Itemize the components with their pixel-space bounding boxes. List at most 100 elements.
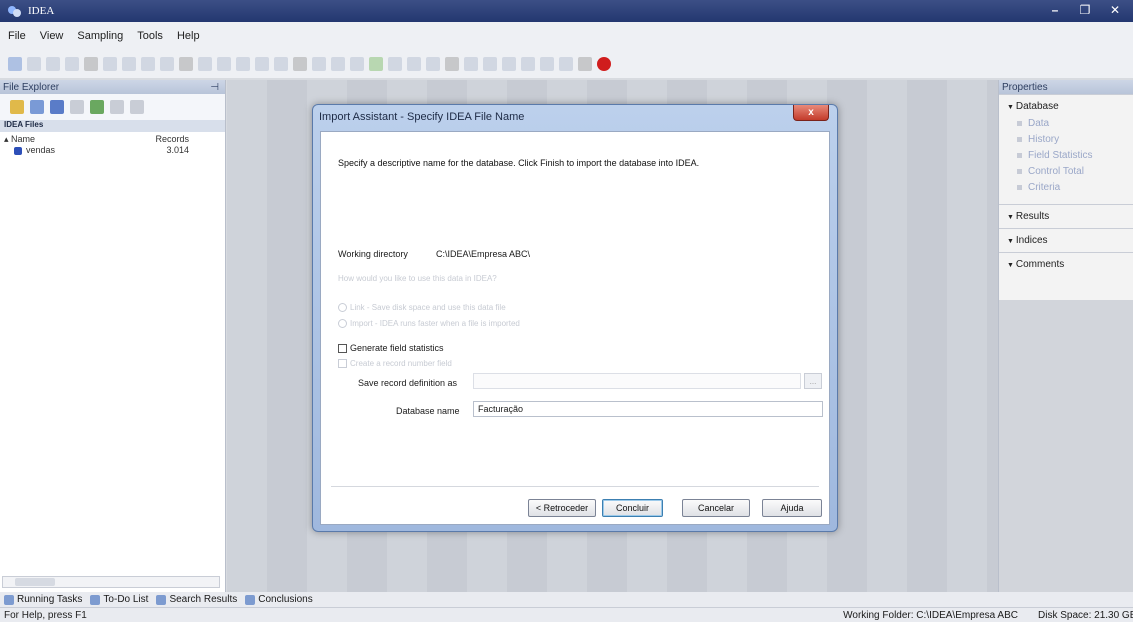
append-icon[interactable] xyxy=(198,57,212,71)
stratify-icon[interactable] xyxy=(255,57,269,71)
tag-icon[interactable] xyxy=(90,100,104,114)
close-icon[interactable]: ✕ xyxy=(1101,1,1129,19)
section-comments-label[interactable]: Comments xyxy=(1007,259,1127,270)
menu-view[interactable]: View xyxy=(38,28,66,44)
database-items: Data History Field Statistics Control To… xyxy=(1007,118,1127,193)
cancel-button[interactable]: Cancelar xyxy=(682,499,750,517)
duplicate-icon[interactable] xyxy=(293,57,307,71)
file-explorer-panel: File Explorer ⊣ IDEA Files ▴ Name Record… xyxy=(0,80,226,592)
summarize-icon[interactable] xyxy=(236,57,250,71)
gap-icon[interactable] xyxy=(312,57,326,71)
filter-files-icon[interactable] xyxy=(110,100,124,114)
flag-icon[interactable] xyxy=(70,100,84,114)
working-directory-value: C:\IDEA\Empresa ABC\ xyxy=(436,249,531,259)
files-label: IDEA Files xyxy=(0,120,225,132)
section-database[interactable]: Database Data History Field Statistics C… xyxy=(999,94,1133,204)
section-results[interactable]: Results xyxy=(999,204,1133,228)
refresh-icon[interactable] xyxy=(50,100,64,114)
tab-conclusions[interactable]: Conclusions xyxy=(245,594,313,605)
dialog-separator xyxy=(331,486,819,487)
help-button[interactable]: Ajuda xyxy=(762,499,822,517)
save-definition-input xyxy=(473,373,801,389)
horizontal-scrollbar[interactable] xyxy=(2,576,220,588)
database-name-input[interactable]: Facturação xyxy=(473,401,823,417)
item-field-statistics[interactable]: Field Statistics xyxy=(1017,150,1127,161)
tab-running-tasks[interactable]: Running Tasks xyxy=(4,594,82,605)
status-disk-space: Disk Space: 21.30 GB xyxy=(1038,609,1133,621)
menu-help[interactable]: Help xyxy=(175,28,202,44)
import-radio xyxy=(338,319,347,329)
section-indices-label[interactable]: Indices xyxy=(1007,235,1127,246)
item-history[interactable]: History xyxy=(1017,134,1127,145)
sample-icon[interactable] xyxy=(521,57,535,71)
menu-file[interactable]: File xyxy=(6,28,28,44)
properties-empty-area xyxy=(999,300,1133,592)
section-indices[interactable]: Indices xyxy=(999,228,1133,252)
record-stop-icon[interactable] xyxy=(597,57,611,71)
restore-icon[interactable]: ❐ xyxy=(1071,1,1099,19)
new-database-icon[interactable] xyxy=(8,57,22,71)
back-button[interactable]: < Retroceder xyxy=(528,499,596,517)
menu-tools[interactable]: Tools xyxy=(135,28,165,44)
status-working-folder: Working Folder: C:\IDEA\Empresa ABC xyxy=(843,609,1018,621)
table-icon[interactable] xyxy=(445,57,459,71)
index-icon[interactable] xyxy=(65,57,79,71)
minimize-icon[interactable]: – xyxy=(1041,1,1069,19)
section-database-label[interactable]: Database xyxy=(1007,101,1127,112)
menu-sampling[interactable]: Sampling xyxy=(75,28,125,44)
edit-icon[interactable] xyxy=(84,57,98,71)
status-bar: For Help, press F1 Working Folder: C:\ID… xyxy=(0,607,1133,622)
save-definition-label: Save record definition as xyxy=(358,378,458,388)
file-explorer-title: File Explorer xyxy=(3,81,60,93)
column-name[interactable]: ▴ Name xyxy=(4,134,35,145)
item-criteria[interactable]: Criteria xyxy=(1017,182,1127,193)
title-bar: IDEA – ❐ ✕ xyxy=(0,0,1133,22)
dialog-close-button[interactable]: x xyxy=(793,105,829,121)
report-icon[interactable] xyxy=(388,57,402,71)
join-icon[interactable] xyxy=(179,57,193,71)
properties-icon[interactable] xyxy=(130,100,144,114)
file-explorer-header: File Explorer ⊣ xyxy=(0,80,225,94)
benford-icon[interactable] xyxy=(350,57,364,71)
conclusions-icon xyxy=(245,594,256,605)
bottom-tabs: Running Tasks To-Do List Search Results … xyxy=(0,592,1133,607)
chart-icon[interactable] xyxy=(122,57,136,71)
grid-icon[interactable] xyxy=(426,57,440,71)
item-data[interactable]: Data xyxy=(1017,118,1127,129)
pivot-icon[interactable] xyxy=(331,57,345,71)
file-row-vendas[interactable]: vendas 3.014 xyxy=(0,145,225,155)
options-icon[interactable] xyxy=(578,57,592,71)
tab-search-results[interactable]: Search Results xyxy=(156,594,237,605)
random-icon[interactable] xyxy=(559,57,573,71)
history-icon[interactable] xyxy=(464,57,478,71)
finish-button[interactable]: Concluir xyxy=(602,499,663,517)
field-icon[interactable] xyxy=(141,57,155,71)
macro-icon[interactable] xyxy=(502,57,516,71)
print-icon[interactable] xyxy=(407,57,421,71)
item-control-total[interactable]: Control Total xyxy=(1017,166,1127,177)
generate-field-statistics[interactable]: Generate field statistics xyxy=(338,343,444,353)
compare-icon[interactable] xyxy=(217,57,231,71)
change-folder-icon[interactable] xyxy=(30,100,44,114)
toolbar xyxy=(0,50,1133,78)
create-record-number: Create a record number field xyxy=(338,359,452,369)
copy-icon[interactable] xyxy=(103,57,117,71)
extract-icon[interactable] xyxy=(27,57,41,71)
status-help: For Help, press F1 xyxy=(4,609,87,621)
generate-stats-checkbox[interactable] xyxy=(338,343,347,353)
script-icon[interactable] xyxy=(483,57,497,71)
filter-icon[interactable] xyxy=(160,57,174,71)
export-icon[interactable] xyxy=(369,57,383,71)
scroll-thumb[interactable] xyxy=(15,578,55,586)
section-results-label[interactable]: Results xyxy=(1007,211,1127,222)
pin-icon[interactable]: ⊣ xyxy=(210,82,219,93)
section-comments[interactable]: Comments xyxy=(999,252,1133,276)
tab-todo-list[interactable]: To-Do List xyxy=(90,594,148,605)
database-icon xyxy=(14,146,22,155)
sort-icon[interactable] xyxy=(46,57,60,71)
aging-icon[interactable] xyxy=(274,57,288,71)
monetary-unit-icon[interactable] xyxy=(540,57,554,71)
column-records[interactable]: Records xyxy=(155,134,189,145)
open-folder-icon[interactable] xyxy=(10,100,24,114)
database-name-label: Database name xyxy=(396,406,460,416)
